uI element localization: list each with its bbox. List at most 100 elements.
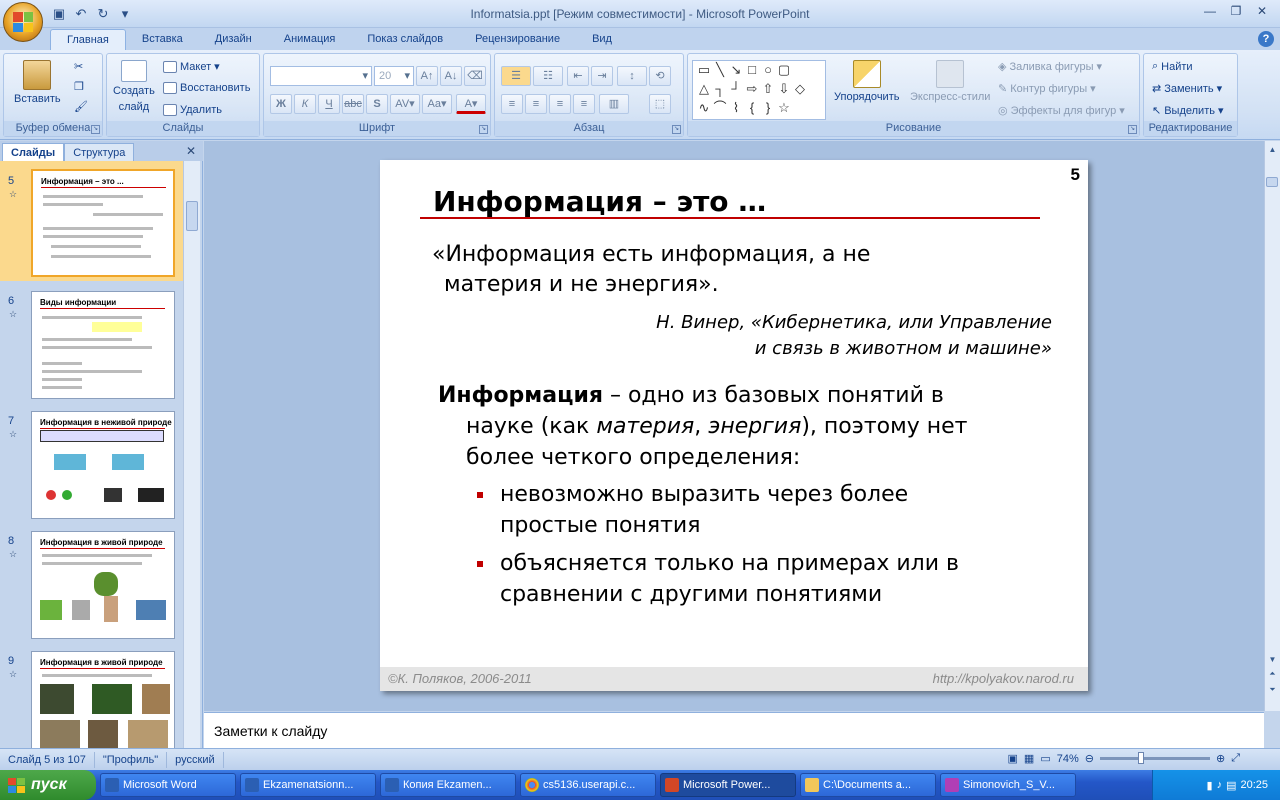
textbox-shape-icon[interactable]: ▭ [697,63,711,77]
sorter-view-icon[interactable]: ▦ [1024,752,1034,765]
tab-home[interactable]: Главная [50,29,126,50]
slideshow-view-icon[interactable]: ▭ [1040,752,1050,765]
reset-button[interactable]: Восстановить [163,82,250,94]
line-shape-icon[interactable]: ╲ [713,63,727,77]
find-button[interactable]: ⌕ Найти [1152,60,1193,73]
slide-scroll-thumb[interactable] [1266,177,1278,187]
minimize-button[interactable]: — [1198,2,1222,20]
arrange-button[interactable]: Упорядочить [834,60,899,104]
clear-format-button[interactable]: ⌫ [464,66,486,86]
zoom-level[interactable]: 74% [1057,753,1079,765]
taskbar-item-word[interactable]: Microsoft Word [100,773,236,797]
align-left-button[interactable]: ≡ [501,94,523,114]
slide-canvas[interactable]: 5 Информация – это … «Информация есть ин… [380,160,1088,691]
text-direction-button[interactable]: ⟲ [649,66,671,86]
taskbar-item-doc2[interactable]: Копия Ekzamen... [380,773,516,797]
decrease-indent-button[interactable]: ⇤ [567,66,589,86]
copy-button[interactable]: ❐ [74,80,84,93]
tab-slides-pane[interactable]: Слайды [2,143,65,161]
tab-insert[interactable]: Вставка [126,29,199,50]
tab-view[interactable]: Вид [576,29,628,50]
thumbs-scrollbar[interactable] [183,161,200,748]
start-button[interactable]: пуск [0,770,96,800]
justify-button[interactable]: ≡ [573,94,595,114]
underline-button[interactable]: Ч [318,94,340,114]
normal-view-icon[interactable]: ▣ [1008,752,1018,765]
cut-button[interactable]: ✂ [74,60,83,73]
star-shape-icon[interactable]: ☆ [777,101,791,115]
connector-shape-icon[interactable]: ┐ [713,82,727,96]
columns-button[interactable]: ▥ [599,94,629,114]
fit-window-icon[interactable]: ⤢ [1231,752,1240,765]
shapes-gallery[interactable]: ▭ ╲ ↘ □ ○ ▢ △ ┐ ┘ ⇨ ⇧ ⇩ ◇ ∿ ⌒ ⌇ { } ☆ [692,60,826,120]
thumbs-scroll-thumb[interactable] [186,201,198,231]
taskbar-item-powerpoint[interactable]: Microsoft Power... [660,773,796,797]
scroll-down-icon[interactable]: ▼ [1266,653,1279,666]
new-slide-button[interactable]: Создать слайд [113,60,155,114]
shape-effects-button[interactable]: ◎ Эффекты для фигур ▾ [998,104,1125,118]
line-spacing-button[interactable]: ↕ [617,66,647,86]
paste-button[interactable]: Вставить [14,60,61,106]
freeform-shape-icon[interactable]: ⌇ [729,101,743,115]
zoom-slider-thumb[interactable] [1137,752,1144,764]
strike-button[interactable]: abc [342,94,364,114]
office-button[interactable] [3,2,43,42]
drawing-launcher[interactable]: ↘ [1128,125,1137,134]
shadow-button[interactable]: S [366,94,388,114]
rounded-rect-shape-icon[interactable]: ▢ [777,63,791,77]
slide-thumbnail[interactable]: Информация в живой природе [31,531,175,639]
slide-scrollbar[interactable]: ▲ ▼ ⏶ ⏷ [1264,141,1280,711]
tab-animation[interactable]: Анимация [268,29,352,50]
maximize-button[interactable]: ❐ [1224,2,1248,20]
notes-pane[interactable]: Заметки к слайду [204,712,1264,748]
font-name-combo[interactable] [270,66,372,86]
scroll-up-icon[interactable]: ▲ [1266,143,1279,156]
align-right-button[interactable]: ≡ [549,94,571,114]
slide-thumbnail[interactable]: Информация – это ... [31,169,175,277]
flowchart-shape-icon[interactable]: ◇ [793,82,807,96]
close-pane-icon[interactable]: ✕ [186,144,196,158]
down-arrow-shape-icon[interactable]: ⇩ [777,82,791,96]
replace-button[interactable]: ⇄ Заменить ▾ [1152,82,1222,96]
arc-shape-icon[interactable]: ⌒ [713,101,727,115]
up-arrow-shape-icon[interactable]: ⇧ [761,82,775,96]
oval-shape-icon[interactable]: ○ [761,63,775,77]
brace-left-shape-icon[interactable]: { [745,101,759,115]
arrow-shape-icon[interactable]: ↘ [729,63,743,77]
smartart-button[interactable]: ⬚ [649,94,671,114]
status-language[interactable]: русский [167,751,224,768]
brace-right-shape-icon[interactable]: } [761,101,775,115]
italic-button[interactable]: К [294,94,316,114]
case-button[interactable]: Aa▾ [422,94,452,114]
right-arrow-shape-icon[interactable]: ⇨ [745,82,759,96]
font-launcher[interactable]: ↘ [479,125,488,134]
tab-review[interactable]: Рецензирование [459,29,576,50]
bold-button[interactable]: Ж [270,94,292,114]
close-button[interactable]: ✕ [1250,2,1274,20]
layout-button[interactable]: Макет ▾ [163,60,220,73]
spacing-button[interactable]: AV▾ [390,94,420,114]
increase-indent-button[interactable]: ⇥ [591,66,613,86]
curve-shape-icon[interactable]: ∿ [697,101,711,115]
zoom-in-icon[interactable]: ⊕ [1216,752,1225,765]
quick-styles-button[interactable]: Экспресс-стили [910,60,990,104]
numbering-button[interactable]: ☷ [533,66,563,86]
slide-thumbnail[interactable]: Информация в неживой природе [31,411,175,519]
zoom-out-icon[interactable]: ⊖ [1085,752,1094,765]
font-color-button[interactable]: A▾ [456,94,486,114]
slide-title[interactable]: Информация – это … [433,185,766,218]
taskbar-item-reader[interactable]: Simonovich_S_V... [940,773,1076,797]
slide-thumbnail[interactable]: Виды информации [31,291,175,399]
previous-slide-icon[interactable]: ⏶ [1266,667,1279,680]
elbow-shape-icon[interactable]: ┘ [729,82,743,96]
tab-design[interactable]: Дизайн [199,29,268,50]
format-painter-button[interactable]: 🖌 [74,100,88,113]
rectangle-shape-icon[interactable]: □ [745,63,759,77]
language-flag-icon[interactable]: ▤ [1226,779,1236,792]
shape-outline-button[interactable]: ✎ Контур фигуры ▾ [998,82,1096,96]
tab-outline-pane[interactable]: Структура [64,143,135,161]
grow-font-button[interactable]: A↑ [416,66,438,86]
network-icon[interactable]: ▮ [1207,779,1213,792]
zoom-slider[interactable] [1099,752,1210,764]
align-center-button[interactable]: ≡ [525,94,547,114]
